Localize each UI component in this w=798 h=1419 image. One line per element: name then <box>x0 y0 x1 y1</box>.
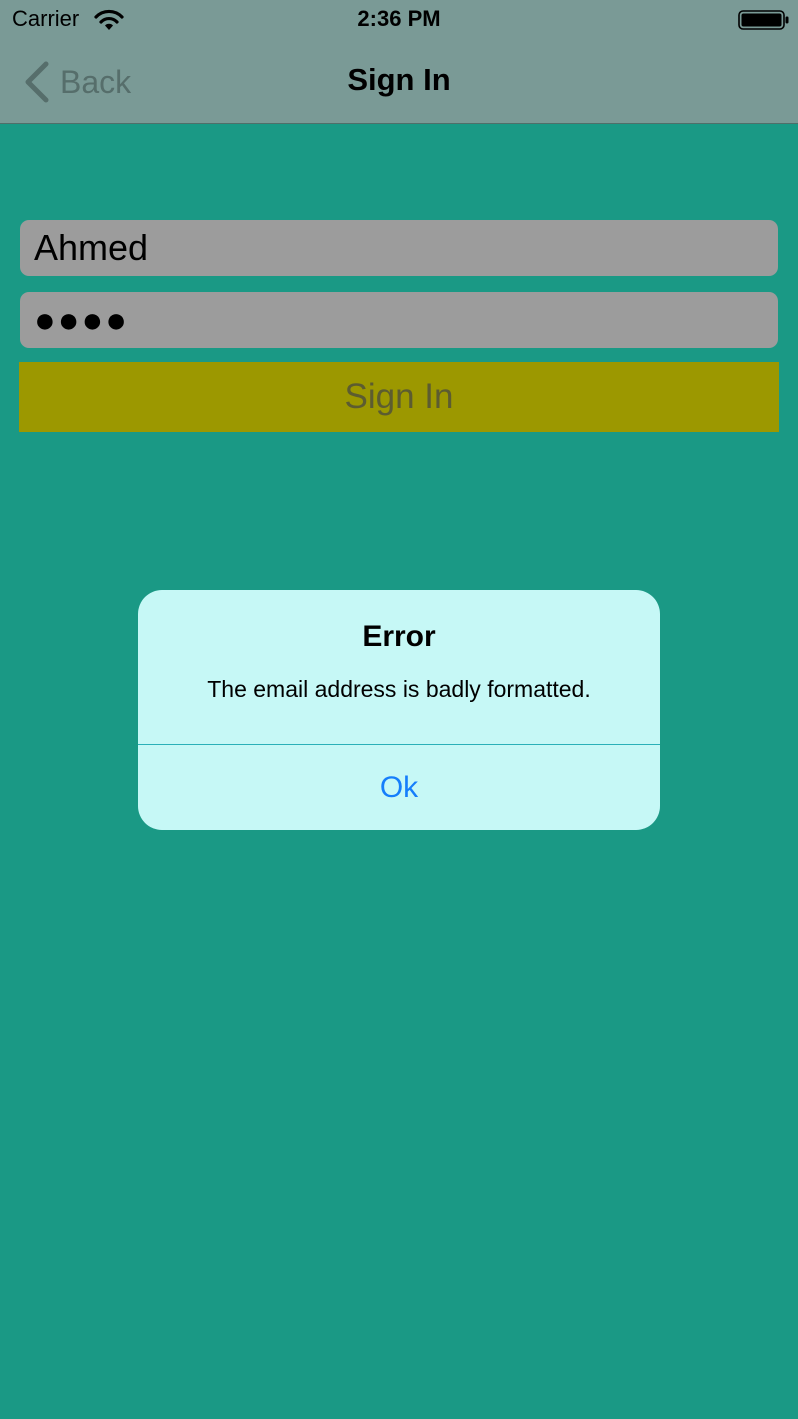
header-bar: Carrier 2:36 PM Back Sign In <box>0 0 798 124</box>
battery-icon <box>738 10 789 30</box>
page-title: Sign In <box>347 62 451 97</box>
username-field[interactable]: Ahmed <box>20 220 778 276</box>
error-alert-dialog: Error The email address is badly formatt… <box>138 590 660 830</box>
alert-ok-button[interactable]: Ok <box>138 745 660 830</box>
alert-title: Error <box>362 620 436 653</box>
alert-ok-label: Ok <box>379 770 419 804</box>
password-value: ●●●● <box>34 299 129 340</box>
password-field[interactable]: ●●●● <box>20 292 778 348</box>
sign-in-button[interactable]: Sign In <box>19 362 779 432</box>
sign-in-button-label: Sign In <box>344 377 454 416</box>
sign-in-screen: Carrier 2:36 PM Back Sign In Ahmed ●●●● … <box>0 0 798 1419</box>
username-value: Ahmed <box>34 227 149 268</box>
status-time: 2:36 PM <box>357 6 441 31</box>
alert-message: The email address is badly formatted. <box>207 676 591 702</box>
